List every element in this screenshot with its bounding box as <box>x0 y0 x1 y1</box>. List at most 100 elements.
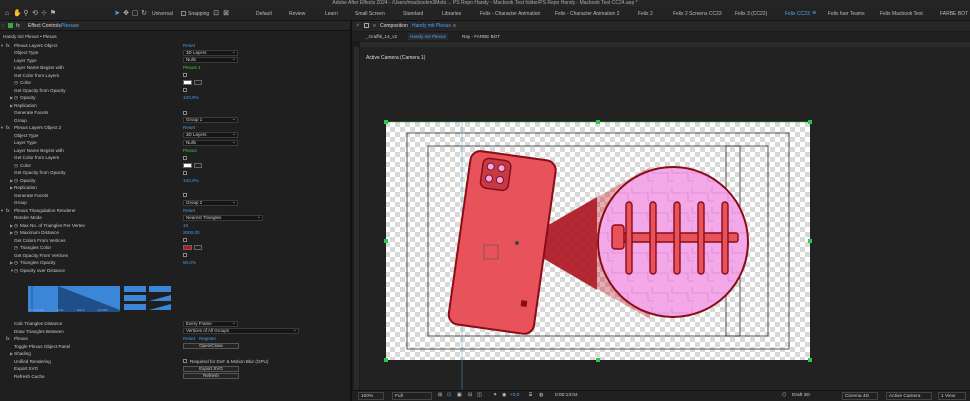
snap-grid-icon[interactable]: ⊠ <box>222 10 230 18</box>
composition-name[interactable]: Handy mit Plexus <box>412 22 451 30</box>
channel-icon[interactable]: ◫ <box>477 392 482 400</box>
reset-link[interactable]: Reset <box>183 207 195 214</box>
eyedropper-icon[interactable] <box>194 245 202 250</box>
workspace-felix-cc23[interactable]: Felix CC23 <box>785 10 810 18</box>
draft-3d-icon[interactable]: ⬡ <box>782 392 786 400</box>
transparency-grid-icon[interactable]: ⊞ <box>438 392 442 400</box>
stopwatch-icon[interactable]: ◷ <box>14 244 18 251</box>
param-number-value[interactable]: 10 <box>183 222 188 229</box>
param-number-value[interactable]: 50,0% <box>183 259 196 266</box>
twirl-closed-icon[interactable]: ▶ <box>10 184 13 191</box>
param-checkbox[interactable] <box>183 359 187 363</box>
zoom-tool-icon[interactable]: ⚲ <box>22 10 30 18</box>
color-swatch[interactable] <box>183 80 192 85</box>
workspace-felix-macbook-test[interactable]: Felix Macbook Test <box>880 10 923 18</box>
twirl-closed-icon[interactable]: ▶ <box>10 259 13 266</box>
workspace-felix-fuer-teams[interactable]: Felix fuer Teams <box>828 10 865 18</box>
param-checkbox[interactable] <box>183 88 187 92</box>
orbit-tool-icon[interactable]: ⟲ <box>31 10 39 18</box>
ruler-vertical[interactable] <box>354 47 359 397</box>
camera-dropdown[interactable]: Active Camera <box>886 392 932 400</box>
stopwatch-icon[interactable]: ◷ <box>14 94 18 101</box>
eyedropper-icon[interactable] <box>194 80 202 85</box>
reset-link[interactable]: Reset <box>183 124 195 131</box>
lock-icon[interactable] <box>364 23 369 28</box>
twirl-closed-icon[interactable]: ▶ <box>10 102 13 109</box>
workspace-standard[interactable]: Standard <box>403 10 423 18</box>
composition-tab[interactable]: Composition <box>380 22 408 30</box>
twirl-open-icon[interactable]: ▼ <box>0 207 4 214</box>
subtab-handy-mit-plexus[interactable]: Handy mit Plexus <box>408 33 448 40</box>
renderer-dropdown[interactable]: Cinema 4D <box>842 392 878 400</box>
preset-half-icon[interactable] <box>149 286 171 292</box>
twirl-open-icon[interactable]: ▼ <box>0 42 4 49</box>
param-checkbox[interactable] <box>183 193 187 197</box>
param-button[interactable]: Refresh <box>183 373 239 379</box>
param-number-value[interactable]: 100,0% <box>183 177 199 184</box>
universal-label[interactable]: Universal <box>152 10 173 18</box>
color-swatch[interactable] <box>183 245 192 250</box>
param-dropdown[interactable]: Nulls <box>183 57 238 63</box>
workspace-libraries[interactable]: Libraries <box>442 10 461 18</box>
composition-menu-icon[interactable]: ≡ <box>373 22 376 30</box>
param-checkbox[interactable] <box>183 253 187 257</box>
stopwatch-icon[interactable]: ◷ <box>14 177 18 184</box>
workspace-learn[interactable]: Learn <box>325 10 338 18</box>
subtab-graffiti[interactable]: _Graffiti_14_v2 <box>364 33 399 40</box>
param-dropdown[interactable]: Nulls <box>183 139 238 146</box>
param-dropdown[interactable]: 3D Layers <box>183 49 238 56</box>
home-icon[interactable]: ⌂ <box>3 10 11 18</box>
grid-options-icon[interactable]: ⊟ <box>468 392 472 400</box>
preset-ramp2-icon[interactable] <box>149 304 171 310</box>
pan-tool-icon[interactable]: ⊹ <box>40 10 48 18</box>
fx-icon[interactable]: fx <box>6 124 10 131</box>
stopwatch-icon[interactable]: ◷ <box>14 267 18 274</box>
hand-tool-icon[interactable]: ✋ <box>13 10 22 18</box>
workspace-felix-2-screens[interactable]: Felix 2 Screens CC23 <box>673 10 722 18</box>
exposure-value[interactable]: +0,0 <box>510 392 519 400</box>
param-checkbox[interactable] <box>183 170 187 175</box>
snapping-checkbox[interactable] <box>181 11 186 16</box>
param-checkbox[interactable] <box>183 155 187 160</box>
region-of-interest-icon[interactable]: ▣ <box>457 392 462 400</box>
param-text-value[interactable]: Plexus 1 <box>183 64 201 71</box>
stopwatch-icon[interactable]: ◷ <box>14 79 18 86</box>
effect-controls-layer[interactable]: Plexus <box>61 22 76 30</box>
move-tool-icon[interactable]: ✥ <box>122 10 130 18</box>
workspace-review[interactable]: Review <box>289 10 305 18</box>
mask-visibility-icon[interactable]: ⊡ <box>447 392 451 400</box>
snapshot-icon[interactable]: ⌸ <box>529 392 532 400</box>
workspace-felix-character-animation[interactable]: Felix - Character Animation <box>480 10 540 18</box>
views-dropdown[interactable]: 1 View <box>938 392 966 400</box>
workspace-felix-character-animation-2[interactable]: Felix - Character Animation 2 <box>555 10 619 18</box>
param-text-value[interactable]: Plexus <box>183 147 197 154</box>
preset-falloff-icon[interactable] <box>124 295 146 301</box>
reset-link[interactable]: Reset <box>183 335 195 342</box>
effect-controls-tab[interactable]: Effect Controls <box>28 22 61 30</box>
param-button[interactable]: Open/Close <box>183 343 239 349</box>
reset-link[interactable]: Reset <box>183 42 195 49</box>
param-number-value[interactable]: 2000,00 <box>183 229 200 236</box>
composition-canvas[interactable] <box>360 47 970 392</box>
register-link[interactable]: Register <box>199 335 216 342</box>
color-swatch[interactable] <box>183 162 192 168</box>
pin-tool-icon[interactable]: ⚑ <box>49 10 57 18</box>
workspace-default[interactable]: Default <box>256 10 272 18</box>
subtab-ray-farbe-bot[interactable]: Ray - FARBE BOT <box>460 33 502 40</box>
param-dropdown[interactable]: Nearest Triangles <box>183 214 263 221</box>
stopwatch-icon[interactable]: ◷ <box>14 222 18 229</box>
exposure-reset-icon[interactable]: ◉ <box>502 392 506 400</box>
preset-full-icon[interactable] <box>124 286 146 292</box>
preset-step-icon[interactable] <box>124 304 146 310</box>
fx-icon[interactable]: fx <box>6 42 10 49</box>
twirl-closed-icon[interactable]: ▶ <box>10 222 13 229</box>
resolution-dropdown[interactable]: Full <box>392 392 432 400</box>
snap-options-icon[interactable]: ⊡ <box>212 10 220 18</box>
twirl-closed-icon[interactable]: ▶ <box>10 229 13 236</box>
workspace-felix-3[interactable]: Felix 3 (CC22) <box>735 10 767 18</box>
param-dropdown[interactable]: Group 1 <box>183 117 238 123</box>
twirl-closed-icon[interactable]: ▶ <box>10 177 13 184</box>
param-button[interactable]: Export SVG <box>183 365 239 372</box>
param-checkbox[interactable] <box>183 238 187 242</box>
stopwatch-icon[interactable]: ◷ <box>14 162 18 169</box>
